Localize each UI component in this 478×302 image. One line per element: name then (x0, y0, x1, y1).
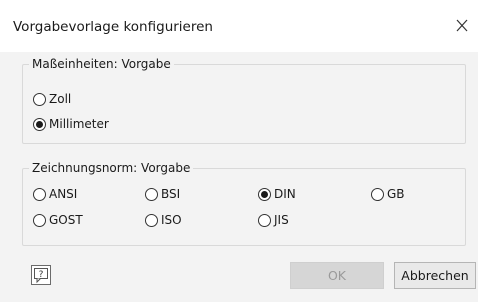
radio-label-ansi: ANSI (49, 187, 78, 201)
units-group: Maßeinheiten: Vorgabe (22, 56, 466, 144)
radio-label-millimeter: Millimeter (49, 117, 109, 131)
radio-jis[interactable]: JIS (258, 213, 289, 227)
close-icon[interactable] (450, 14, 474, 38)
radio-button[interactable] (33, 213, 46, 227)
radio-millimeter[interactable]: Millimeter (33, 117, 109, 131)
radio-label-bsi: BSI (161, 187, 181, 201)
radio-label-gb: GB (387, 187, 405, 201)
radio-button[interactable] (371, 187, 384, 201)
dialog-title: Vorgabevorlage konfigurieren (13, 19, 213, 35)
radio-dot (36, 120, 43, 128)
title-bar: Vorgabevorlage konfigurieren (0, 0, 478, 52)
radio-button[interactable] (33, 187, 46, 201)
configure-template-dialog: Vorgabevorlage konfigurieren Maßeinheite… (0, 0, 478, 302)
drawing-standard-group: Zeichnungsnorm: Vorgabe (22, 160, 466, 246)
radio-label-iso: ISO (161, 213, 182, 227)
radio-ansi[interactable]: ANSI (33, 187, 77, 201)
radio-bsi[interactable]: BSI (145, 187, 180, 201)
radio-label-din: DIN (274, 187, 296, 201)
radio-button-selected[interactable] (258, 187, 271, 201)
radio-button-selected[interactable] (33, 117, 46, 131)
radio-din[interactable]: DIN (258, 187, 296, 201)
radio-zoll[interactable]: Zoll (33, 92, 71, 106)
units-group-legend: Maßeinheiten: Vorgabe (29, 56, 174, 72)
radio-button[interactable] (258, 213, 271, 227)
radio-button[interactable] (145, 213, 158, 227)
ok-button[interactable]: OK (290, 262, 384, 289)
radio-button[interactable] (145, 187, 158, 201)
radio-gb[interactable]: GB (371, 187, 405, 201)
radio-label-gost: GOST (49, 213, 83, 227)
svg-text:?: ? (39, 270, 44, 280)
drawing-standard-group-legend: Zeichnungsnorm: Vorgabe (29, 160, 194, 176)
radio-gost[interactable]: GOST (33, 213, 83, 227)
radio-dot (261, 190, 268, 198)
radio-label-jis: JIS (274, 213, 289, 227)
cancel-button[interactable]: Abbrechen (394, 262, 476, 289)
radio-label-zoll: Zoll (49, 92, 72, 106)
radio-button[interactable] (33, 92, 46, 106)
help-icon[interactable]: ? (31, 265, 51, 285)
radio-iso[interactable]: ISO (145, 213, 182, 227)
